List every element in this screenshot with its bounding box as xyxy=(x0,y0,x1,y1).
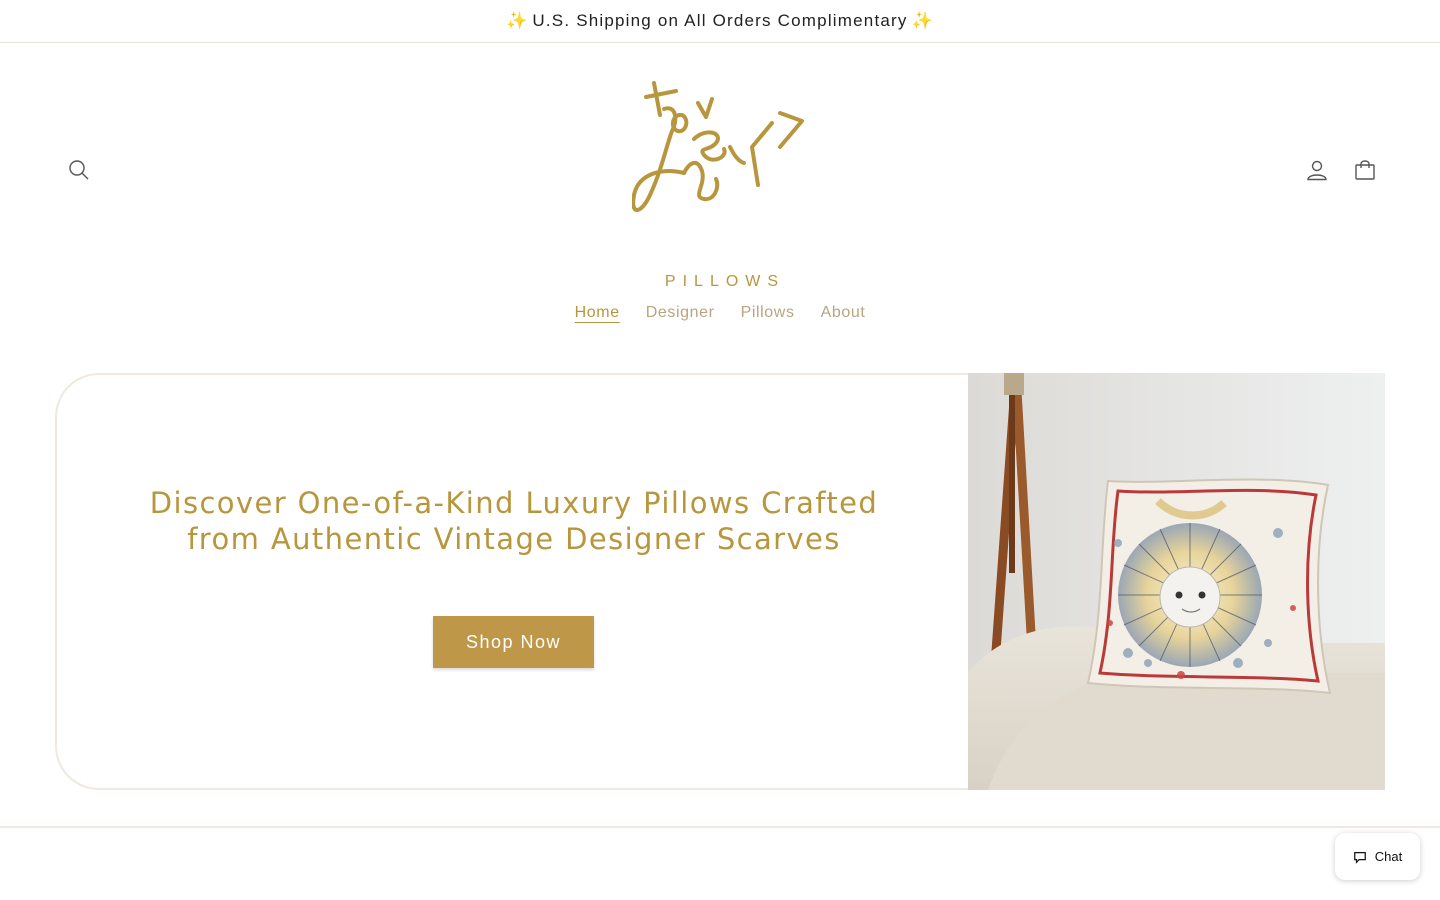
cart-icon xyxy=(1355,160,1375,180)
chat-bubble-icon xyxy=(1353,851,1366,864)
account-button[interactable] xyxy=(1295,148,1339,192)
sparkle-right-icon: ✨ xyxy=(911,11,934,30)
hero-text-panel: Discover One-of-a-Kind Luxury Pillows Cr… xyxy=(55,373,969,790)
hero-pillow-image xyxy=(968,373,1385,790)
announcement-bar: ✨ U.S. Shipping on All Orders Compliment… xyxy=(0,0,1440,43)
chat-label: Chat xyxy=(1374,849,1403,864)
joey-logo-mark xyxy=(632,81,804,212)
nav-item-designer[interactable]: Designer xyxy=(633,300,728,326)
site-header: PILLOWS xyxy=(0,43,1440,290)
search-icon xyxy=(69,160,89,180)
logo-subtitle: PILLOWS xyxy=(664,273,786,290)
account-icon xyxy=(1307,160,1327,181)
pillow-photo xyxy=(968,373,1385,790)
site-logo[interactable]: PILLOWS xyxy=(610,73,830,290)
nav-item-about[interactable]: About xyxy=(808,300,879,326)
sparkle-left-icon: ✨ xyxy=(506,11,529,30)
section-divider xyxy=(0,826,1440,828)
hero-banner: Discover One-of-a-Kind Luxury Pillows Cr… xyxy=(55,373,1385,790)
search-button[interactable] xyxy=(57,148,101,192)
nav-item-pillows[interactable]: Pillows xyxy=(728,300,808,326)
main-nav: Home Designer Pillows About xyxy=(0,295,1440,331)
nav-item-home[interactable]: Home xyxy=(562,300,633,326)
shop-now-button[interactable]: Shop Now xyxy=(433,616,594,668)
chat-button[interactable]: Chat xyxy=(1335,833,1420,880)
cart-button[interactable] xyxy=(1343,148,1387,192)
hero-heading: Discover One-of-a-Kind Luxury Pillows Cr… xyxy=(149,486,879,556)
announcement-text: U.S. Shipping on All Orders Complimentar… xyxy=(532,11,908,30)
